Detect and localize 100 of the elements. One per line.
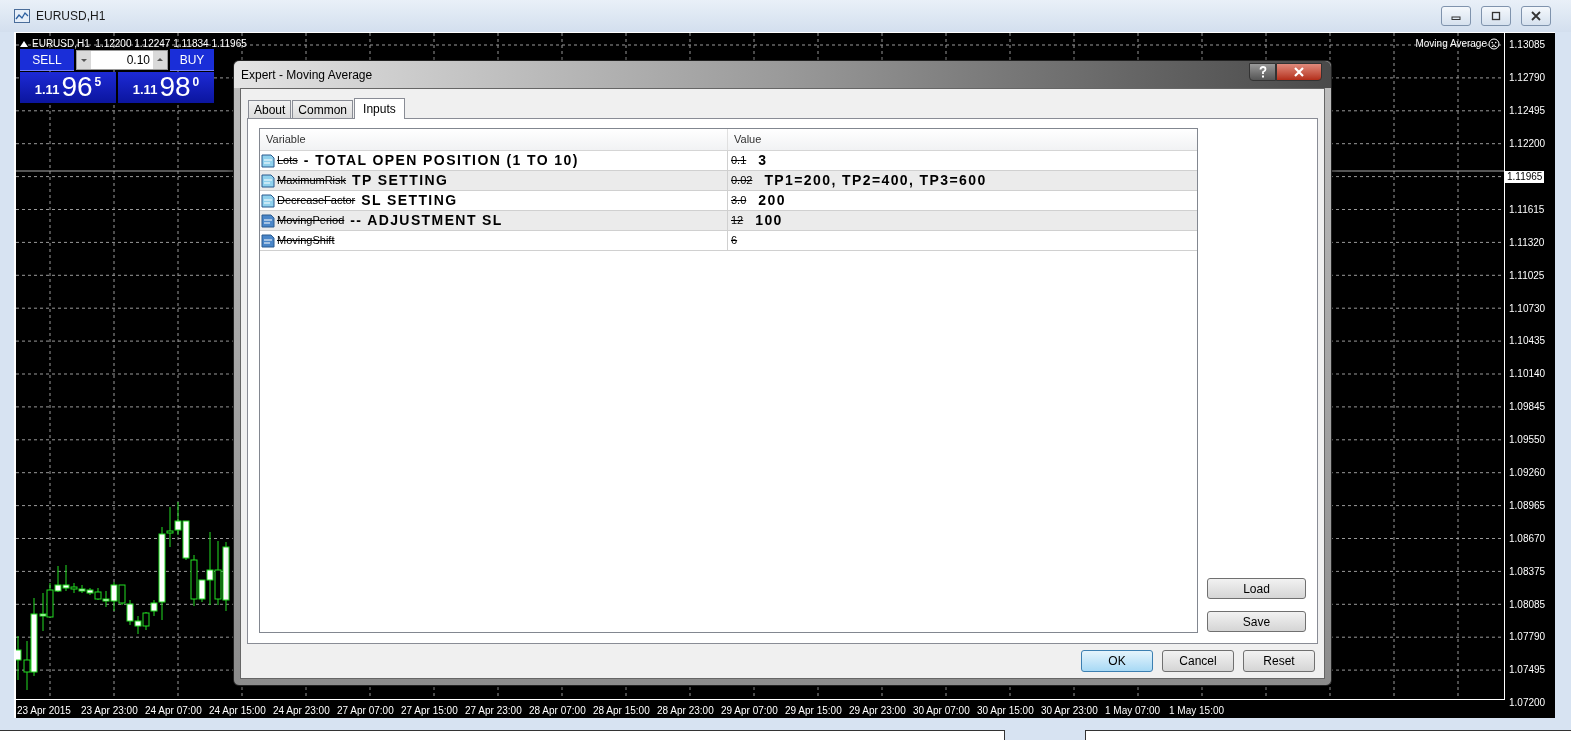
variable-name: DecreaseFactor (277, 193, 357, 209)
value-text: 0.1 (730, 153, 748, 169)
time-label: 30 Apr 23:00 (1041, 705, 1098, 716)
time-label: 28 Apr 15:00 (593, 705, 650, 716)
time-label: 27 Apr 23:00 (465, 705, 522, 716)
time-label: 29 Apr 07:00 (721, 705, 778, 716)
window-title: EURUSD,H1 (36, 8, 106, 25)
time-label: 30 Apr 07:00 (913, 705, 970, 716)
price-label: 1.08375 (1508, 564, 1546, 579)
price-label: 1.11615 (1508, 202, 1545, 217)
side-button[interactable]: Load (1207, 578, 1306, 599)
price-label: 1.13085 (1508, 38, 1546, 53)
price-main: 98 (159, 72, 191, 102)
time-label: 29 Apr 15:00 (785, 705, 842, 716)
help-icon (1258, 65, 1267, 78)
price-label: 1.07200 (1508, 696, 1546, 711)
time-label: 24 Apr 15:00 (209, 705, 266, 716)
chart-window-icon (14, 9, 30, 23)
variable-name: MovingShift (277, 233, 336, 249)
dialog-button[interactable]: Cancel (1162, 650, 1234, 672)
current-price-label: 1.11965 (1505, 170, 1545, 183)
time-label: 28 Apr 07:00 (529, 705, 586, 716)
price-label: 1.12790 (1508, 71, 1546, 86)
dialog-button[interactable]: Reset (1243, 650, 1315, 672)
side-button[interactable]: Save (1207, 611, 1306, 632)
help-button[interactable] (1249, 62, 1276, 81)
value-text: 0.02 (730, 173, 754, 189)
table-row[interactable]: MaximumRisk TP SETTING 0.02 TP1=200, TP2=400, TP3=600 (260, 171, 1197, 191)
fraction-type-icon (261, 173, 275, 188)
value-text: 3.0 (730, 193, 748, 209)
close-icon (1530, 11, 1542, 21)
value-note: 3 (758, 151, 768, 170)
variable-note: SL SETTING (361, 191, 458, 210)
time-label: 1 May 07:00 (1105, 705, 1161, 716)
value-note: 200 (758, 191, 786, 210)
chart-header: EURUSD,H1 1.12200 1.12247 1.11834 1.11965 (32, 37, 247, 51)
maximize-icon (1490, 11, 1502, 21)
decrease-icon[interactable] (77, 51, 91, 69)
dialog-title: Expert - Moving Average (241, 66, 373, 84)
table-row[interactable]: DecreaseFactor SL SETTING 3.0 200 (260, 191, 1197, 211)
price-label: 1.09845 (1508, 400, 1546, 415)
variable-name: Lots (277, 153, 299, 169)
price-label: 1.11025 (1508, 268, 1545, 283)
variable-note: -- ADJUSTMENT SL (350, 211, 503, 230)
time-label: 27 Apr 07:00 (337, 705, 394, 716)
collapse-icon[interactable] (20, 40, 28, 47)
price-label: 1.10435 (1508, 334, 1546, 349)
time-label: 23 Apr 2015 (17, 705, 71, 716)
price-fraction: 5 (94, 74, 102, 91)
tab[interactable]: About (248, 100, 292, 118)
variable-name: MaximumRisk (277, 173, 348, 189)
integer-type-icon (261, 233, 275, 248)
close-button[interactable] (1521, 6, 1551, 26)
table-row[interactable]: MovingShift 6 (260, 231, 1197, 251)
price-label: 1.08085 (1508, 597, 1546, 612)
buy-button[interactable]: BUY (170, 49, 214, 71)
variable-name: MovingPeriod (277, 213, 346, 229)
minimize-button[interactable] (1441, 6, 1471, 26)
value-text: 6 (730, 233, 739, 249)
price-label: 1.09550 (1508, 433, 1546, 448)
tab[interactable]: Common (292, 100, 354, 118)
maximize-button[interactable] (1481, 6, 1511, 26)
price-label: 1.07790 (1508, 630, 1546, 645)
value-note: TP1=200, TP2=400, TP3=600 (764, 171, 987, 190)
integer-type-icon (261, 213, 275, 228)
price-label: 1.10730 (1508, 301, 1546, 316)
close-icon (1293, 66, 1305, 77)
time-label: 29 Apr 23:00 (849, 705, 906, 716)
increase-icon[interactable] (153, 51, 167, 69)
dialog-button[interactable]: OK (1081, 650, 1153, 672)
price-label: 1.12495 (1508, 104, 1546, 119)
time-label: 30 Apr 15:00 (977, 705, 1034, 716)
lot-spinner[interactable]: 0.10 (76, 50, 168, 70)
column-header[interactable]: Variable (260, 129, 728, 150)
table-row[interactable]: MovingPeriod -- ADJUSTMENT SL 12 100 (260, 211, 1197, 231)
table-row[interactable]: Lots - TOTAL OPEN POSITION (1 TO 10) 0.1 3 (260, 151, 1197, 171)
variable-note: TP SETTING (352, 171, 449, 190)
column-header[interactable]: Value (728, 129, 1197, 150)
time-label: 24 Apr 07:00 (145, 705, 202, 716)
price-fraction: 0 (192, 74, 200, 91)
variable-note: - TOTAL OPEN POSITION (1 TO 10) (303, 151, 579, 170)
time-label: 1 May 15:00 (1169, 705, 1225, 716)
price-label: 1.09260 (1508, 466, 1546, 480)
price-prefix: 1.11 (34, 80, 60, 99)
sad-face-icon (1488, 37, 1500, 50)
price-main: 96 (61, 72, 93, 102)
time-label: 27 Apr 15:00 (401, 705, 458, 716)
value-note: 100 (755, 211, 783, 230)
price-label: 1.08670 (1508, 531, 1546, 546)
price-prefix: 1.11 (132, 80, 158, 99)
time-label: 23 Apr 23:00 (81, 705, 138, 716)
time-label: 28 Apr 23:00 (657, 705, 714, 716)
fraction-type-icon (261, 153, 275, 168)
sell-button[interactable]: SELL (20, 49, 74, 71)
time-label: 24 Apr 23:00 (273, 705, 330, 716)
price-label: 1.07495 (1508, 663, 1546, 678)
tab[interactable]: Inputs (354, 98, 405, 119)
price-label: 1.10140 (1508, 367, 1546, 382)
close-button[interactable] (1276, 62, 1322, 81)
value-text: 12 (730, 213, 745, 229)
